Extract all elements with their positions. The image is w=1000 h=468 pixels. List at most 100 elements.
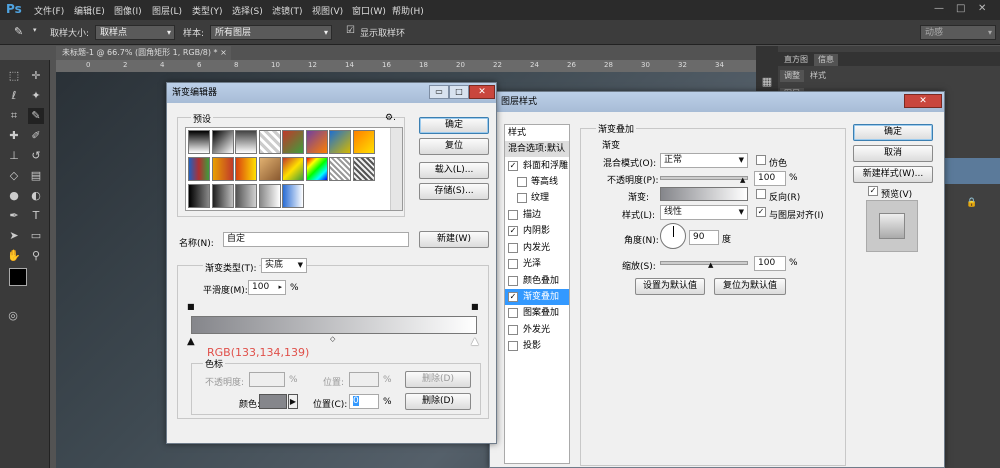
inner-glow-checkbox[interactable] [508,243,518,253]
reverse-checkbox[interactable] [756,189,766,199]
presets-gear-icon[interactable]: ⚙. [385,113,396,123]
minimize-icon[interactable]: ▭ [429,85,449,99]
load-button[interactable]: 载入(L)... [419,162,489,179]
save-button[interactable]: 存储(S)... [419,183,489,200]
stop-color-swatch[interactable] [259,394,287,409]
texture-checkbox[interactable] [517,193,527,203]
stop-location-input[interactable] [349,372,379,387]
tab-histogram[interactable]: 直方图 [780,54,812,66]
eyedropper-icon[interactable]: ✎ [14,25,23,38]
pen-tool-icon[interactable]: ✒ [6,208,22,224]
menu-image[interactable]: 图像(I) [114,4,142,17]
menu-file[interactable]: 文件(F) [34,4,64,17]
blur-tool-icon[interactable]: ● [6,188,22,204]
eyedropper-tool-icon[interactable]: ✎ [28,108,44,124]
menu-help[interactable]: 帮助(H) [392,4,424,17]
align-checkbox[interactable]: ✓ [756,207,766,217]
preview-checkbox[interactable]: ✓ [868,186,878,196]
preset-swatch[interactable] [282,130,304,154]
crop-tool-icon[interactable]: ⌗ [6,108,22,124]
menu-filter[interactable]: 滤镜(T) [272,4,303,17]
workspace-dropdown[interactable]: 动感 ▾ [920,25,996,40]
style-item-outer-glow[interactable]: 外发光 [505,322,569,338]
style-item-color-overlay[interactable]: 颜色叠加 [505,273,569,289]
preset-swatch[interactable] [258,130,281,154]
path-select-icon[interactable]: ➤ [6,228,22,244]
clone-stamp-icon[interactable]: ⊥ [6,148,22,164]
preset-swatch[interactable] [235,157,257,181]
quick-select-icon[interactable]: ✦ [28,88,44,104]
style-item-pattern-overlay[interactable]: 图案叠加 [505,305,569,321]
smoothness-input[interactable]: 100 ▸ [248,280,286,295]
blend-options-item[interactable]: 混合选项:默认 [505,141,569,157]
tab-adjustments[interactable]: 调整 [780,70,804,82]
reset-button[interactable]: 复位 [419,138,489,155]
preset-swatch[interactable] [352,130,375,154]
delete-color-stop-button[interactable]: 删除(D) [405,393,471,410]
inner-shadow-checkbox[interactable]: ✓ [508,226,518,236]
sample-size-dropdown[interactable]: 取样点 ▾ [95,25,175,40]
history-brush-icon[interactable]: ↺ [28,148,44,164]
stop-position-input[interactable]: 0 [349,394,379,409]
angle-dial[interactable] [660,223,686,249]
gradient-overlay-checkbox[interactable]: ✓ [508,292,518,302]
shape-tool-icon[interactable]: ▭ [28,228,44,244]
style-item-stroke[interactable]: 描边 [505,207,569,223]
satin-checkbox[interactable] [508,259,518,269]
tab-info[interactable]: 信息 [814,54,838,66]
preset-swatch[interactable] [329,130,351,154]
lasso-tool-icon[interactable]: ℓ [6,88,22,104]
stroke-checkbox[interactable] [508,210,518,220]
opacity-slider[interactable] [660,176,748,180]
preset-swatch[interactable] [235,184,257,208]
menu-window[interactable]: 窗口(W) [352,4,386,17]
menu-view[interactable]: 视图(V) [312,4,343,17]
make-default-button[interactable]: 设置为默认值 [635,278,705,295]
preset-swatch[interactable] [188,130,210,154]
preset-swatch[interactable] [352,157,375,181]
scale-slider[interactable] [660,261,748,265]
new-style-button[interactable]: 新建样式(W)... [853,166,933,183]
maximize-icon[interactable]: □ [449,85,469,99]
type-tool-icon[interactable]: T [28,208,44,224]
hand-tool-icon[interactable]: ✋ [6,248,22,264]
delete-opacity-stop-button[interactable]: 删除(D) [405,371,471,388]
foreground-color-swatch[interactable] [9,268,27,286]
style-item-inner-glow[interactable]: 内发光 [505,240,569,256]
color-stop-left[interactable]: ▲ [187,336,195,347]
outer-glow-checkbox[interactable] [508,325,518,335]
style-item-drop-shadow[interactable]: 投影 [505,338,569,354]
marquee-tool-icon[interactable]: ⬚ [6,68,22,84]
stop-color-arrow-icon[interactable]: ▶ [288,394,298,409]
menu-select[interactable]: 选择(S) [232,4,263,17]
preset-swatch[interactable] [282,184,304,208]
histogram-icon[interactable]: ▦ [759,74,775,90]
dither-checkbox[interactable] [756,155,766,165]
restore-icon[interactable]: □ [956,3,965,14]
gradient-bar[interactable] [191,316,477,334]
blend-mode-select[interactable]: 正常 ▼ [660,153,748,168]
styles-header[interactable]: 样式 [505,125,569,141]
preset-swatch[interactable] [211,184,234,208]
close-icon[interactable]: ✕ [978,3,986,14]
quick-mask-icon[interactable]: ◎ [5,308,21,324]
ok-button[interactable]: 确定 [419,117,489,134]
new-button[interactable]: 新建(W) [419,231,489,248]
document-tab[interactable]: 未标题-1 @ 66.7% (圆角矩形 1, RGB/8) * × [56,46,231,60]
move-tool-icon[interactable]: ✛ [28,68,44,84]
close-icon[interactable]: ✕ [469,85,495,99]
preset-swatch[interactable] [188,157,210,181]
angle-input[interactable]: 90 [689,230,719,245]
chevron-down-icon[interactable]: ▾ [33,26,37,34]
presets-scrollbar[interactable] [390,128,402,210]
style-item-inner-shadow[interactable]: ✓ 内阴影 [505,223,569,239]
lock-icon[interactable]: 🔒 [966,198,977,208]
opacity-input[interactable]: 100 [754,171,786,186]
preset-swatch[interactable] [211,157,234,181]
sample-dropdown[interactable]: 所有图层 ▾ [210,25,332,40]
preset-swatch[interactable] [258,184,281,208]
minimize-icon[interactable]: — [934,3,944,14]
ok-button[interactable]: 确定 [853,124,933,141]
show-ring-checkbox[interactable]: ☑ [346,25,355,36]
healing-brush-icon[interactable]: ✚ [6,128,22,144]
